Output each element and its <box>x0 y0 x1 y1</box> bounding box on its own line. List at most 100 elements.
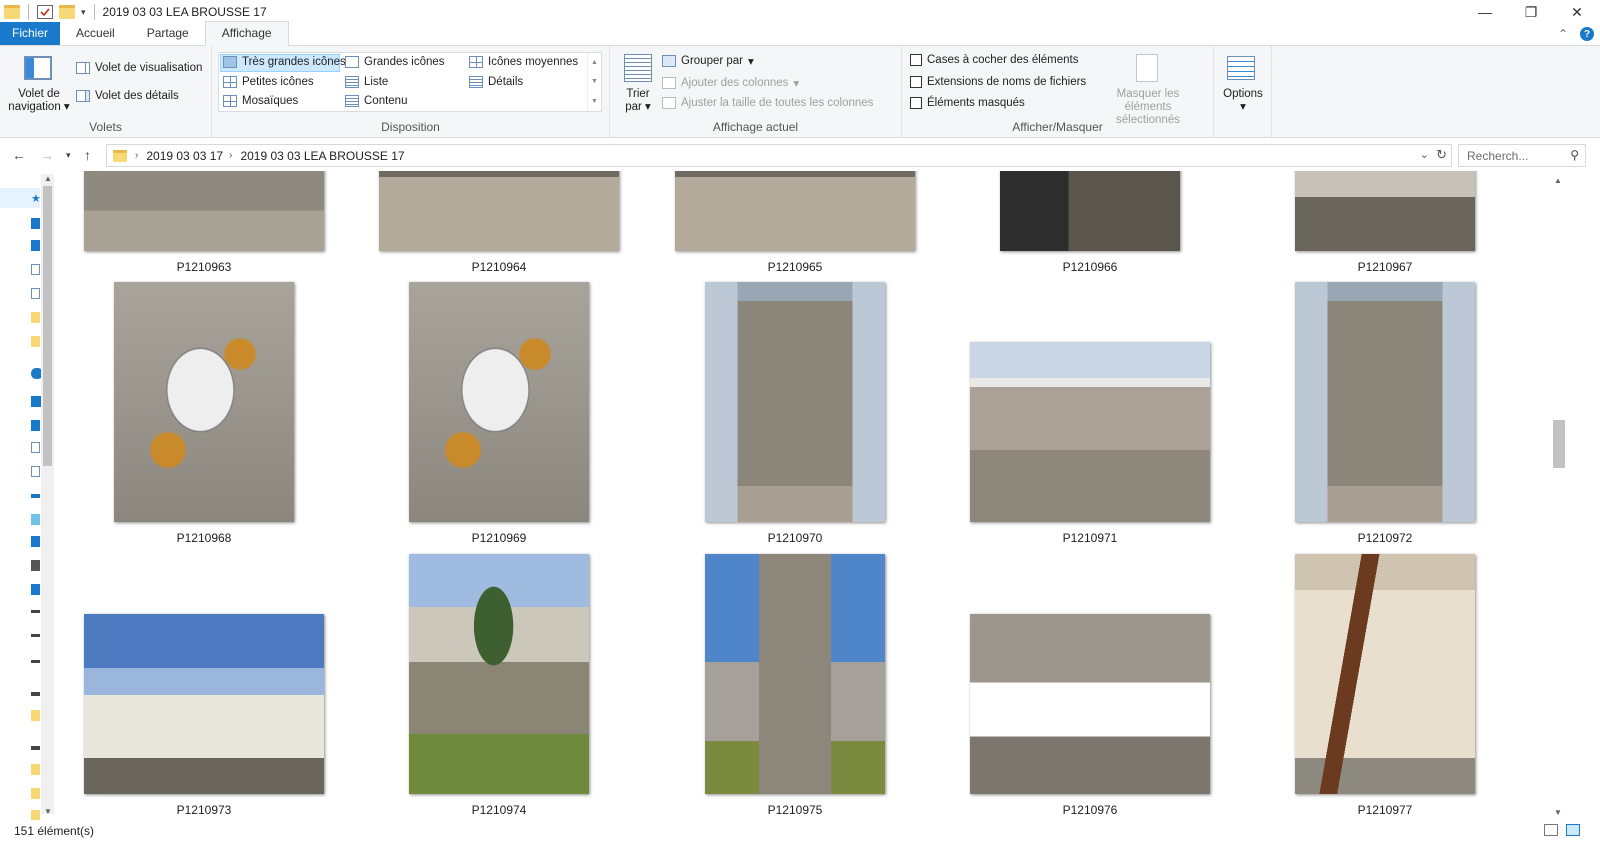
nav-pictures-icon[interactable] <box>31 288 40 299</box>
details-pane-button[interactable]: Volet des détails <box>76 90 179 102</box>
collapse-ribbon-icon[interactable]: ⌃ <box>1558 27 1568 41</box>
checkbox-extensions[interactable]: Extensions de noms de fichiers <box>910 76 1086 88</box>
layout-icones-moyennes[interactable]: Icônes moyennes <box>469 56 578 68</box>
file-name-label[interactable]: P1210969 <box>379 531 619 545</box>
tab-fichier[interactable]: Fichier <box>0 22 61 45</box>
close-button[interactable]: ✕ <box>1554 0 1600 24</box>
quick-access-star-icon[interactable]: ★ <box>31 192 41 205</box>
scrollbar-thumb[interactable] <box>43 186 52 466</box>
search-input[interactable]: Recherch... <box>1467 149 1528 163</box>
navigation-pane-icon[interactable] <box>24 56 52 80</box>
options-button[interactable]: Options ▾ <box>1214 88 1272 114</box>
tab-partage[interactable]: Partage <box>131 22 205 45</box>
thumbnail-image[interactable] <box>1295 282 1475 522</box>
address-dropdown-icon[interactable]: ⌄ <box>1420 148 1429 161</box>
scrollbar-thumb[interactable] <box>1553 420 1565 468</box>
thumbnail-image[interactable] <box>1000 171 1180 251</box>
back-arrow-icon[interactable]: ← <box>12 147 26 163</box>
layout-liste[interactable]: Liste <box>345 76 388 88</box>
tab-accueil[interactable]: Accueil <box>60 22 131 45</box>
scroll-down-icon[interactable]: ▼ <box>44 807 52 816</box>
preview-pane-button[interactable]: Volet de visualisation <box>76 62 202 74</box>
file-name-label[interactable]: P1210976 <box>970 803 1210 817</box>
nav-folder-icon[interactable] <box>31 336 40 347</box>
sort-by-button[interactable]: Trier par ▾ <box>618 88 658 114</box>
refresh-icon[interactable]: ↻ <box>1436 147 1447 163</box>
search-icon[interactable]: ⚲ <box>1570 148 1579 162</box>
thumbnail-image[interactable] <box>705 282 885 522</box>
thumbnail-image[interactable] <box>705 554 885 794</box>
nav-drive-icon[interactable] <box>31 692 40 696</box>
scroll-down-icon[interactable]: ▼ <box>591 78 598 85</box>
layout-contenu[interactable]: Contenu <box>345 95 407 107</box>
thumbnail-image[interactable] <box>970 342 1210 522</box>
navigation-pane-button[interactable]: Volet de navigation ▾ <box>4 88 74 114</box>
up-arrow-icon[interactable]: ↑ <box>84 147 91 163</box>
nav-desktop-icon[interactable] <box>31 466 40 477</box>
nav-downloads-icon[interactable] <box>31 536 40 547</box>
file-view-scrollbar[interactable]: ▲ ▼ <box>1550 174 1567 820</box>
thumbnail-image[interactable] <box>1295 171 1475 251</box>
thumbnail-image[interactable] <box>409 554 589 794</box>
gallery-scroll[interactable]: ▲ ▼ ▼ <box>587 53 601 111</box>
search-box[interactable]: Recherch... ⚲ <box>1458 144 1586 167</box>
scroll-down-icon[interactable]: ▼ <box>1554 808 1562 817</box>
checkbox-elements-masques[interactable]: Éléments masqués <box>910 97 1025 109</box>
nav-music-icon[interactable] <box>31 494 40 498</box>
file-name-label[interactable]: P1210974 <box>379 803 619 817</box>
nav-pane-scrollbar[interactable] <box>41 174 54 814</box>
layout-petites-icones[interactable]: Petites icônes <box>223 76 314 88</box>
customize-toolbar-icon[interactable]: ▾ <box>81 7 86 18</box>
file-name-label[interactable]: P1210967 <box>1265 260 1505 274</box>
file-name-label[interactable]: P1210964 <box>379 260 619 274</box>
options-icon[interactable] <box>1227 56 1255 80</box>
nav-documents-icon[interactable] <box>31 264 40 275</box>
thumbnail-image[interactable] <box>1295 554 1475 794</box>
file-name-label[interactable]: P1210970 <box>675 531 915 545</box>
nav-download-icon[interactable] <box>31 218 40 229</box>
scroll-up-icon[interactable]: ▲ <box>44 174 52 183</box>
file-name-label[interactable]: P1210972 <box>1265 531 1505 545</box>
details-view-icon[interactable] <box>1544 824 1558 836</box>
layout-grandes-icones[interactable]: Grandes icônes <box>345 56 445 68</box>
nav-drive-icon[interactable] <box>31 610 40 613</box>
sort-icon[interactable] <box>624 54 652 82</box>
file-name-label[interactable]: P1210975 <box>675 803 915 817</box>
nav-folder-icon[interactable] <box>31 788 40 799</box>
thumbnail-image[interactable] <box>84 171 324 251</box>
nav-drive-icon[interactable] <box>31 634 40 637</box>
nav-drive-icon[interactable] <box>31 660 40 663</box>
nav-folder-icon[interactable] <box>31 710 40 721</box>
thumbnail-image[interactable] <box>970 614 1210 794</box>
thumbnail-image[interactable] <box>84 614 324 794</box>
large-icons-view-icon[interactable] <box>1566 824 1580 836</box>
checkbox-cases-a-cocher[interactable]: Cases à cocher des éléments <box>910 54 1079 66</box>
checkbox-icon[interactable] <box>910 76 922 88</box>
file-name-label[interactable]: P1210965 <box>675 260 915 274</box>
address-box[interactable]: › 2019 03 03 17 › 2019 03 03 LEA BROUSSE… <box>106 144 1452 167</box>
nav-folder-icon[interactable] <box>31 312 40 323</box>
checkbox-icon[interactable] <box>910 97 922 109</box>
file-name-label[interactable]: P1210977 <box>1265 803 1505 817</box>
nav-drive-icon[interactable] <box>31 746 40 750</box>
expand-gallery-icon[interactable]: ▼ <box>591 98 598 105</box>
file-name-label[interactable]: P1210968 <box>84 531 324 545</box>
tab-affichage[interactable]: Affichage <box>204 21 289 46</box>
file-name-label[interactable]: P1210963 <box>84 260 324 274</box>
file-name-label[interactable]: P1210971 <box>970 531 1210 545</box>
thumbnail-image[interactable] <box>379 171 619 251</box>
thumbnail-image[interactable] <box>409 282 589 522</box>
layout-tres-grandes-icones[interactable]: Très grandes icônes <box>223 56 346 68</box>
minimize-button[interactable]: — <box>1462 0 1508 24</box>
thumbnail-image[interactable] <box>114 282 294 522</box>
nav-desktop-icon[interactable] <box>31 240 40 251</box>
group-by-button[interactable]: Grouper par ▾ <box>662 54 754 68</box>
file-name-label[interactable]: P1210966 <box>970 260 1210 274</box>
restore-button[interactable]: ❐ <box>1508 0 1554 24</box>
nav-drive-icon[interactable] <box>31 584 40 595</box>
thumbnail-image[interactable] <box>675 171 915 251</box>
forward-arrow-icon[interactable]: → <box>40 147 54 163</box>
nav-3d-objects-icon[interactable] <box>31 420 40 431</box>
breadcrumb-parent[interactable]: 2019 03 03 17 <box>146 149 223 163</box>
checkbox-icon[interactable] <box>910 54 922 66</box>
